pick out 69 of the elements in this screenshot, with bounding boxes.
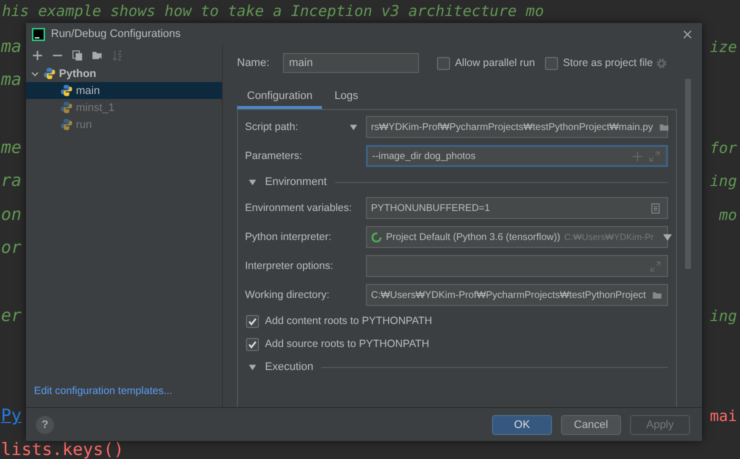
field-label: Script path:	[245, 121, 298, 133]
settings-icon[interactable]	[656, 58, 667, 68]
code-text: lists.keys()	[0, 440, 124, 459]
code-text: Py	[0, 406, 22, 426]
checkbox[interactable]	[246, 314, 259, 328]
app-logo-icon	[32, 28, 45, 40]
code-text: ize	[710, 38, 738, 56]
code-text: on	[0, 204, 22, 225]
new-folder-icon[interactable]	[92, 50, 103, 60]
dialog-button[interactable]: OK	[492, 414, 552, 434]
checkbox-label: Store as project file	[562, 57, 653, 69]
text-field[interactable]: --image_dir dog_photos	[366, 145, 668, 167]
collapse-arrow-icon[interactable]	[248, 178, 257, 186]
text-field[interactable]: PYTHONUNBUFFERED=1	[366, 197, 668, 219]
checkbox[interactable]	[246, 338, 259, 350]
window-title: Run/Debug Configurations	[51, 28, 181, 40]
tab[interactable]: Configuration	[237, 87, 322, 109]
dropdown-arrow-icon	[662, 232, 673, 242]
checkbox-label: Allow parallel run	[455, 57, 535, 69]
code-text: er	[0, 306, 22, 326]
name-field[interactable]: main	[283, 53, 419, 73]
section-title: Execution	[265, 361, 314, 373]
tree-item[interactable]: main	[26, 82, 222, 99]
checkbox[interactable]	[544, 56, 558, 70]
checkbox[interactable]	[437, 56, 450, 70]
text-field[interactable]: C:₩Users₩YDKim-Prof₩PycharmProjects₩testPythonProject	[366, 284, 668, 306]
field-label: Parameters:	[245, 150, 302, 162]
add-icon[interactable]	[32, 50, 43, 60]
text-field[interactable]: rs₩YDKim-Prof₩PycharmProjects₩testPythonProject₩main.py	[366, 116, 668, 138]
dropdown-arrow-icon[interactable]	[349, 122, 358, 132]
code-text: ma	[0, 70, 22, 90]
tree-group-label[interactable]: Python	[59, 68, 96, 80]
field-label: Python interpreter:	[245, 231, 332, 243]
help-button[interactable]: ?	[36, 416, 54, 434]
checkbox-label: Add source roots to PYTHONPATH	[265, 338, 430, 350]
python-icon	[43, 67, 56, 80]
folder-icon[interactable]	[652, 290, 663, 300]
code-text: or	[0, 238, 22, 258]
python-icon	[60, 84, 73, 97]
code-text: ing	[710, 172, 738, 190]
python-icon	[60, 118, 73, 131]
code-text: me	[0, 138, 22, 158]
field-label: Interpreter options:	[245, 260, 334, 272]
checkbox-label: Add content roots to PYTHONPATH	[265, 315, 432, 327]
close-icon[interactable]	[683, 30, 692, 38]
code-text: mo	[718, 206, 738, 224]
collapse-arrow-icon[interactable]	[248, 362, 257, 372]
text-field[interactable]	[366, 255, 668, 277]
field-label: Environment variables:	[245, 202, 352, 214]
expand-icon[interactable]	[650, 260, 661, 272]
name-label: Name:	[237, 57, 270, 69]
code-text: ma	[0, 36, 22, 57]
code-text: his example shows how to take a Inception v3 architecture mo	[1, 1, 545, 22]
templates-link[interactable]: Edit configuration templates...	[26, 385, 222, 407]
copy-icon[interactable]	[72, 50, 83, 60]
code-text: for	[710, 138, 738, 157]
field-label: Working directory:	[245, 289, 330, 301]
tab[interactable]: Logs	[324, 87, 368, 109]
section-title: Environment	[265, 176, 327, 188]
code-text: mai	[710, 407, 738, 426]
expand-icon[interactable]	[649, 150, 660, 162]
folder-icon[interactable]	[659, 122, 670, 132]
scrollbar-thumb[interactable]	[685, 79, 691, 269]
spinner-icon	[371, 232, 382, 242]
code-text: ing	[710, 306, 738, 325]
python-icon	[60, 101, 73, 114]
dialog-button[interactable]: Cancel	[561, 414, 621, 434]
code-text: ra	[0, 171, 22, 192]
list-icon[interactable]	[650, 202, 661, 214]
